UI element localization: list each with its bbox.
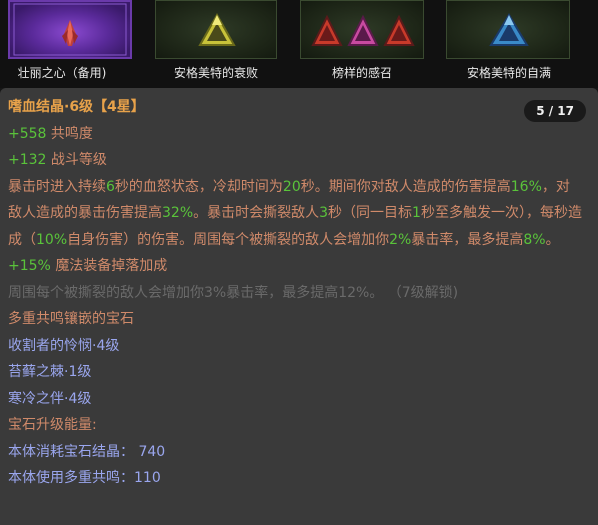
stat-value: +558 bbox=[8, 125, 47, 142]
gem-slot-1[interactable]: 壮丽之心（备用) bbox=[0, 0, 144, 88]
upgrade-header: 宝石升级能量: bbox=[8, 417, 97, 433]
desc-number: 16% bbox=[510, 178, 542, 195]
upgrade-line: 本体消耗宝石结晶： 740 bbox=[8, 439, 590, 466]
stat-value: +132 bbox=[8, 152, 47, 168]
desc-text: 自身伤害）的伤害。周围每个被撕裂的敌人会增加你 bbox=[67, 231, 390, 248]
desc-number: 2% bbox=[389, 231, 412, 248]
stat-name: 魔法装备掉落加成 bbox=[55, 258, 168, 274]
slot-frame bbox=[8, 0, 132, 59]
slot-label: 安格美特的衰败 bbox=[173, 66, 258, 80]
desc-text: 暴击率，最多提高 bbox=[411, 231, 524, 248]
socket-header: 多重共鸣镶嵌的宝石 bbox=[8, 311, 134, 327]
upgrade-value: 110 bbox=[134, 470, 161, 486]
desc-number: 3 bbox=[319, 205, 329, 221]
gem-tooltip: 5 / 17 嗜血结晶·6级【4星】 +558 共鸣度 +132 战斗等级 暴击… bbox=[0, 88, 598, 525]
tri-gem-icon bbox=[311, 14, 415, 46]
page-counter: 5 / 17 bbox=[524, 100, 586, 122]
gem-title: 嗜血结晶·6级【4星】 bbox=[8, 94, 590, 121]
stat-name: 共鸣度 bbox=[50, 125, 93, 142]
stat-resonance: +558 共鸣度 bbox=[8, 121, 590, 148]
upgrade-label: 本体使用多重共鸣： bbox=[8, 470, 134, 486]
blue-gem-icon bbox=[489, 13, 529, 46]
red-crystal-icon bbox=[13, 3, 127, 56]
desc-number: 6 bbox=[106, 178, 115, 195]
slot-label: 安格美特的自满 bbox=[466, 66, 551, 80]
socketed-gem[interactable]: 寒冷之伴·4级 bbox=[8, 386, 590, 413]
gem-description: 暴击时进入持续6秒的血怒状态，冷却时间为20秒。期间你对敌人造成的伤害提高16%… bbox=[8, 174, 583, 254]
upgrade-value: 740 bbox=[138, 443, 166, 460]
gem-name: 嗜血结晶·6级 bbox=[8, 99, 94, 115]
upgrade-line: 本体使用多重共鸣：110 bbox=[8, 465, 590, 492]
socketed-gem[interactable]: 苔藓之棘·1级 bbox=[8, 359, 590, 386]
slot-frame bbox=[446, 0, 570, 59]
stat-magic-find: +15% 魔法装备掉落加成 bbox=[8, 253, 590, 280]
desc-number: 8% bbox=[523, 231, 546, 248]
desc-number: 1 bbox=[412, 205, 421, 221]
gem-slot-bar: 壮丽之心（备用) 安格美特的衰败 榜样的感召 安格美特的自满 bbox=[0, 0, 598, 88]
desc-text: 秒。期间你对敌人造成的伤害提高 bbox=[300, 178, 511, 195]
desc-text: 秒的血怒状态，冷却时间为 bbox=[114, 178, 283, 195]
slot-label: 壮丽之心（备用) bbox=[17, 66, 107, 80]
stat-combat-rating: +132 战斗等级 bbox=[8, 147, 590, 174]
gem-slot-4[interactable]: 安格美特的自满 bbox=[444, 0, 574, 88]
gem-slot-3[interactable]: 榜样的感召 bbox=[300, 0, 424, 88]
desc-number: 10% bbox=[36, 231, 68, 248]
locked-bonus: 周围每个被撕裂的敌人会增加你3%暴击率，最多提高12%。 （7级解锁) bbox=[8, 284, 459, 301]
desc-text: 。 bbox=[545, 231, 560, 248]
desc-number: 20 bbox=[282, 178, 301, 195]
gem-stars: 【4星】 bbox=[93, 99, 145, 115]
socketed-gem[interactable]: 收割者的怜悯·4级 bbox=[8, 333, 590, 360]
slot-label: 榜样的感召 bbox=[331, 66, 392, 80]
desc-text: 秒（同一目标 bbox=[328, 205, 413, 221]
slot-frame bbox=[300, 0, 424, 59]
upgrade-label: 本体消耗宝石结晶： bbox=[8, 443, 134, 460]
stat-value: +15% bbox=[8, 258, 51, 274]
desc-text: 暴击时进入持续 bbox=[8, 178, 106, 195]
slot-frame bbox=[155, 0, 277, 59]
gem-slot-2[interactable]: 安格美特的衰败 bbox=[152, 0, 280, 88]
desc-text: 。暴击时会撕裂敌人 bbox=[193, 205, 320, 221]
stat-name: 战斗等级 bbox=[50, 152, 107, 168]
desc-number: 32% bbox=[162, 205, 194, 221]
yellow-gem-icon bbox=[198, 12, 236, 46]
